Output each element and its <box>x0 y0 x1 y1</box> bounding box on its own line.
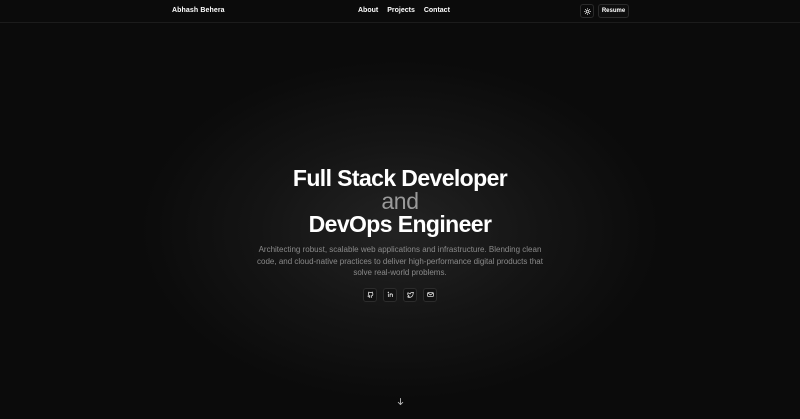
github-icon <box>366 291 373 298</box>
sun-icon <box>583 7 591 15</box>
brand-name[interactable]: Abhash Behera <box>172 7 225 14</box>
theme-toggle-button[interactable] <box>580 4 594 18</box>
linkedin-link[interactable] <box>383 287 397 302</box>
page: Abhash Behera About Projects Contact Res… <box>0 0 800 419</box>
nav-about[interactable]: About <box>358 7 378 14</box>
hero-title-line1: Full Stack Developer <box>292 165 508 191</box>
social-links <box>0 287 800 302</box>
github-link[interactable] <box>363 287 377 302</box>
scroll-down-button[interactable] <box>396 393 405 406</box>
hero-title-connector: and <box>381 188 419 214</box>
twitter-link[interactable] <box>403 287 417 302</box>
hero-section: Full Stack Developer and DevOps Engineer… <box>0 166 800 302</box>
chevron-down-icon <box>397 397 404 406</box>
navbar: Abhash Behera About Projects Contact Res… <box>0 0 800 23</box>
nav-projects[interactable]: Projects <box>387 7 415 14</box>
linkedin-icon <box>387 291 393 298</box>
email-link[interactable] <box>423 287 437 302</box>
twitter-icon <box>406 292 414 298</box>
resume-button[interactable]: Resume <box>598 4 629 18</box>
nav-contact[interactable]: Contact <box>424 7 450 14</box>
main-nav: About Projects Contact <box>358 7 450 14</box>
mail-icon <box>426 292 434 297</box>
hero-description: Architecting robust, scalable web applic… <box>257 245 543 277</box>
hero-title-line2: DevOps Engineer <box>308 211 492 237</box>
